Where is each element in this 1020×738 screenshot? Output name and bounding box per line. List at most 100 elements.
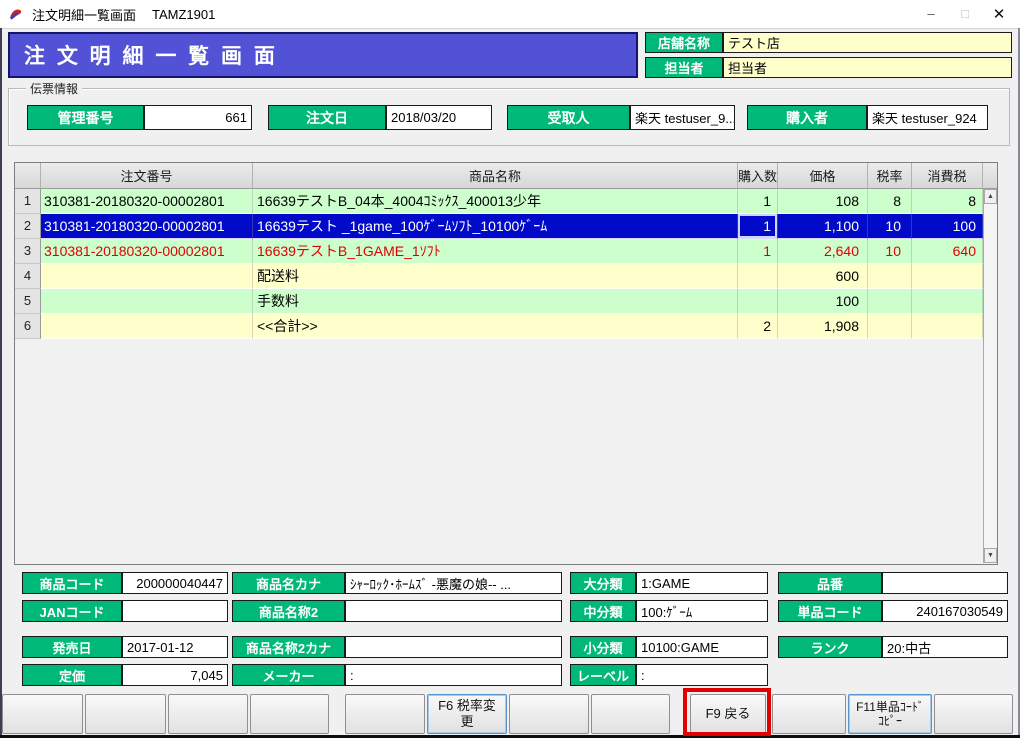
cell-product-name[interactable]: <<合計>>	[253, 314, 738, 339]
table-row[interactable]: 3310381-20180320-0000280116639テストB_1GAME…	[15, 239, 983, 264]
cell-tax-rate[interactable]	[868, 289, 912, 314]
cell-product-name[interactable]: 16639テストB_04本_4004ｺﾐｯｸｽ_400013少年	[253, 189, 738, 214]
cell-order-no[interactable]	[41, 314, 253, 339]
table-row[interactable]: 6<<合計>>21,908	[15, 314, 983, 339]
cell-qty[interactable]	[738, 264, 778, 289]
fkey-f6-tax-rate-change-button[interactable]: F6 税率変更	[427, 694, 507, 734]
cell-order-no[interactable]	[41, 289, 253, 314]
table-row[interactable]: 5手数料100	[15, 289, 983, 314]
order-date-value[interactable]: 2018/03/20	[386, 105, 492, 130]
product-code-value[interactable]: 200000040447	[122, 572, 228, 594]
scroll-up-icon[interactable]: ▲	[984, 189, 997, 204]
rank-label: ランク	[778, 636, 882, 658]
rank-value[interactable]: 20:中古	[882, 636, 1008, 658]
cell-tax[interactable]	[912, 289, 983, 314]
cell-order-no[interactable]: 310381-20180320-00002801	[41, 214, 253, 239]
window-title: 注文明細一覧画面	[32, 5, 136, 24]
part-number-value[interactable]	[882, 572, 1008, 594]
scroll-down-icon[interactable]: ▼	[984, 548, 997, 563]
cell-tax-rate[interactable]	[868, 314, 912, 339]
cell-tax-rate[interactable]: 10	[868, 214, 912, 239]
fkey-f5-button[interactable]	[345, 694, 425, 734]
purchaser-value[interactable]: 楽天 testuser_924	[867, 105, 988, 130]
store-name-label: 店舗名称	[645, 32, 723, 53]
minimize-button[interactable]: –	[914, 1, 948, 26]
close-button[interactable]: ✕	[982, 1, 1016, 26]
maximize-button[interactable]: □	[948, 1, 982, 26]
cell-tax-rate[interactable]: 8	[868, 189, 912, 214]
cell-qty[interactable]	[738, 289, 778, 314]
item-code-value[interactable]: 240167030549	[882, 600, 1008, 622]
cell-price[interactable]: 100	[778, 289, 868, 314]
cell-price[interactable]: 600	[778, 264, 868, 289]
cell-price[interactable]: 108	[778, 189, 868, 214]
jan-code-label: JANコード	[22, 600, 122, 622]
cell-qty[interactable]: 1	[738, 189, 778, 214]
list-price-value[interactable]: 7,045	[122, 664, 228, 686]
cell-qty[interactable]: 2	[738, 314, 778, 339]
col-header-qty[interactable]: 購入数	[738, 163, 778, 189]
cell-product-name[interactable]: 16639テスト _1game_100ｹﾞｰﾑｿﾌﾄ_10100ｹﾞｰﾑ	[253, 214, 738, 239]
fkey-f9-back-button[interactable]: F9 戻る	[690, 694, 766, 734]
col-header-tax-rate[interactable]: 税率	[868, 163, 912, 189]
page-title-banner: 注 文 明 細 一 覧 画 面	[8, 32, 638, 78]
control-number-value[interactable]: 661	[144, 105, 252, 130]
product-kana-value[interactable]: ｼｬｰﾛｯｸ･ﾎｰﾑｽﾞ -悪魔の娘-- ...	[345, 572, 562, 594]
maker-value[interactable]: :	[345, 664, 562, 686]
fkey-f12-button[interactable]	[934, 694, 1013, 734]
cell-price[interactable]: 2,640	[778, 239, 868, 264]
col-header-product-name[interactable]: 商品名称	[253, 163, 738, 189]
table-row[interactable]: 1310381-20180320-0000280116639テストB_04本_4…	[15, 189, 983, 214]
col-header-order-no[interactable]: 注文番号	[41, 163, 253, 189]
product-name2-kana-value[interactable]	[345, 636, 562, 658]
cell-tax-rate[interactable]	[868, 264, 912, 289]
row-number: 1	[15, 189, 41, 214]
table-row[interactable]: 2310381-20180320-0000280116639テスト _1game…	[15, 214, 983, 239]
product-name2-value[interactable]	[345, 600, 562, 622]
store-name-value[interactable]: テスト店	[723, 32, 1012, 53]
record-label-value[interactable]: :	[636, 664, 768, 686]
row-number: 2	[15, 214, 41, 239]
fkey-f3-button[interactable]	[168, 694, 248, 734]
purchaser-label: 購入者	[747, 105, 867, 130]
cell-tax[interactable]: 100	[912, 214, 983, 239]
fkey-f2-button[interactable]	[85, 694, 166, 734]
fkey-f8-button[interactable]	[591, 694, 670, 734]
cell-product-name[interactable]: 16639テストB_1GAME_1ｿﾌﾄ	[253, 239, 738, 264]
cell-order-no[interactable]	[41, 264, 253, 289]
cell-qty[interactable]: 1	[738, 214, 778, 239]
vertical-scrollbar[interactable]: ▲ ▼	[983, 189, 997, 563]
staff-value[interactable]: 担当者	[723, 57, 1012, 78]
fkey-f10-button[interactable]	[772, 694, 846, 734]
release-date-value[interactable]: 2017-01-12	[122, 636, 228, 658]
maker-label: メーカー	[232, 664, 345, 686]
fkey-f11-item-code-copy-button[interactable]: F11単品ｺｰﾄﾞ ｺﾋﾟｰ	[848, 694, 932, 734]
cell-tax-rate[interactable]: 10	[868, 239, 912, 264]
mid-class-value[interactable]: 100:ｹﾞｰﾑ	[636, 600, 768, 622]
cell-qty[interactable]: 1	[738, 239, 778, 264]
cell-tax[interactable]: 640	[912, 239, 983, 264]
col-header-price[interactable]: 価格	[778, 163, 868, 189]
cell-price[interactable]: 1,908	[778, 314, 868, 339]
fkey-f1-button[interactable]	[2, 694, 83, 734]
cell-price[interactable]: 1,100	[778, 214, 868, 239]
order-detail-grid: 注文番号 商品名称 購入数 価格 税率 消費税 1310381-20180320…	[14, 162, 998, 565]
minor-class-value[interactable]: 10100:GAME	[636, 636, 768, 658]
order-date-label: 注文日	[268, 105, 386, 130]
table-row[interactable]: 4配送料600	[15, 264, 983, 289]
cell-tax[interactable]	[912, 314, 983, 339]
major-class-value[interactable]: 1:GAME	[636, 572, 768, 594]
product-name2-label: 商品名称2	[232, 600, 345, 622]
jan-code-value[interactable]	[122, 600, 228, 622]
cell-tax[interactable]: 8	[912, 189, 983, 214]
recipient-label: 受取人	[507, 105, 630, 130]
cell-product-name[interactable]: 手数料	[253, 289, 738, 314]
recipient-value[interactable]: 楽天 testuser_9...	[630, 105, 735, 130]
col-header-tax[interactable]: 消費税	[912, 163, 983, 189]
fkey-f7-button[interactable]	[509, 694, 589, 734]
cell-order-no[interactable]: 310381-20180320-00002801	[41, 239, 253, 264]
cell-tax[interactable]	[912, 264, 983, 289]
cell-product-name[interactable]: 配送料	[253, 264, 738, 289]
cell-order-no[interactable]: 310381-20180320-00002801	[41, 189, 253, 214]
fkey-f4-button[interactable]	[250, 694, 329, 734]
